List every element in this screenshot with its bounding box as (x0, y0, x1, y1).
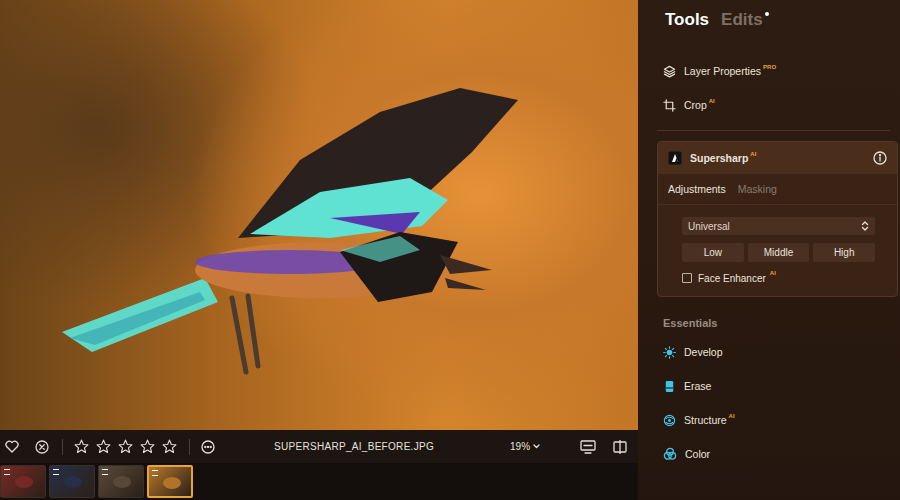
tool-item[interactable]: Layer PropertiesPRO (657, 54, 898, 88)
heart-icon[interactable] (4, 439, 20, 455)
tool-badge: AI (709, 98, 715, 104)
color-circles-icon[interactable] (663, 447, 677, 461)
face-enhancer-option[interactable]: Face Enhancer AI (682, 270, 875, 286)
file-name: SUPERSHARP_AI_BEFORE.JPG (274, 441, 434, 452)
supersharp-title[interactable]: Supersharp (690, 152, 748, 164)
star-rating[interactable] (73, 439, 177, 455)
ai-badge: AI (729, 413, 735, 419)
crop-icon[interactable] (663, 99, 676, 112)
bottom-toolbar: SUPERSHARP_AI_BEFORE.JPG 19% (0, 430, 638, 463)
modified-dot (765, 12, 769, 16)
info-icon[interactable] (873, 151, 887, 165)
thumbnail[interactable] (147, 465, 193, 498)
compare-icon[interactable] (612, 439, 628, 455)
section-title: Essentials (657, 317, 898, 335)
preview-monitor-icon[interactable] (580, 439, 596, 455)
divider (657, 130, 890, 131)
essentials-label[interactable]: Erase (684, 380, 711, 392)
mode-value[interactable]: Universal (688, 221, 730, 232)
zoom-level[interactable]: 19% (510, 441, 530, 452)
eraser-icon[interactable] (663, 380, 676, 393)
tools-panel: ToolsEditsLayer PropertiesPROCropAISuper… (638, 0, 900, 500)
thumbnail[interactable] (0, 465, 46, 498)
supersharp-logo-icon (668, 151, 682, 165)
strength-buttons: LowMiddleHigh (682, 243, 875, 262)
thumbnail-swatch (113, 476, 131, 488)
mode-dropdown[interactable]: Universal (682, 217, 875, 235)
more-options-icon[interactable] (200, 439, 216, 455)
star-icon[interactable] (139, 439, 155, 455)
strength-button[interactable]: Low (682, 243, 744, 262)
tool-badge: PRO (763, 64, 776, 70)
supersharp-adjustments: Universal LowMiddleHigh Face Enhancer AI (658, 205, 897, 286)
thumbnail[interactable] (49, 465, 95, 498)
essentials-label[interactable]: Color (685, 448, 710, 460)
edited-icon (102, 469, 108, 475)
face-enhancer-label[interactable]: Face Enhancer (698, 273, 766, 284)
edited-icon (152, 470, 158, 476)
layers-icon[interactable] (663, 65, 676, 78)
tool-label[interactable]: Crop (684, 99, 707, 111)
sun-icon[interactable] (663, 346, 676, 359)
viewer: SUPERSHARP_AI_BEFORE.JPG 19% (0, 0, 638, 500)
dropdown-arrows-icon[interactable] (861, 221, 869, 231)
thumbnail-swatch (15, 476, 33, 488)
thumbnail[interactable] (98, 465, 144, 498)
subtab[interactable]: Masking (738, 183, 777, 195)
structure-icon[interactable] (663, 414, 676, 427)
panel-tabs: Tools Edits (657, 10, 898, 34)
subtab[interactable]: Adjustments (668, 183, 726, 195)
strength-button[interactable]: Middle (748, 243, 810, 262)
face-enhancer-checkbox[interactable] (682, 273, 692, 283)
essentials-item[interactable]: Develop (657, 335, 898, 369)
supersharp-subtabs: Adjustments Masking (658, 174, 897, 205)
star-icon[interactable] (161, 439, 177, 455)
photo (0, 0, 638, 430)
essentials-item[interactable]: Erase (657, 369, 898, 403)
chevron-down-icon[interactable] (533, 444, 540, 449)
ai-badge: AI (770, 270, 776, 276)
tool-label[interactable]: Layer Properties (684, 65, 761, 77)
supersharp-header[interactable]: SupersharpAI (658, 142, 897, 174)
edited-icon (4, 469, 10, 475)
reject-icon[interactable] (34, 439, 50, 455)
strength-button[interactable]: High (813, 243, 875, 262)
star-icon[interactable] (73, 439, 89, 455)
essentials-item[interactable]: Color (657, 437, 898, 471)
filmstrip (0, 463, 638, 500)
essentials-label[interactable]: Structure (684, 414, 727, 426)
panel-tab[interactable]: Edits (721, 10, 767, 30)
tool-item[interactable]: CropAI (657, 88, 898, 122)
essentials-label[interactable]: Develop (684, 346, 723, 358)
ai-badge: AI (750, 151, 756, 157)
star-icon[interactable] (95, 439, 111, 455)
zoom-selector[interactable]: 19% (510, 441, 540, 452)
supersharp-card: SupersharpAIAdjustmentsMaskingUniversalL… (657, 141, 898, 297)
star-icon[interactable] (117, 439, 133, 455)
thumbnail-swatch (64, 476, 82, 488)
panel-tab[interactable]: Tools (665, 10, 713, 30)
thumbnail-swatch (163, 477, 181, 489)
essentials-item[interactable]: StructureAI (657, 403, 898, 437)
edited-icon (53, 469, 59, 475)
